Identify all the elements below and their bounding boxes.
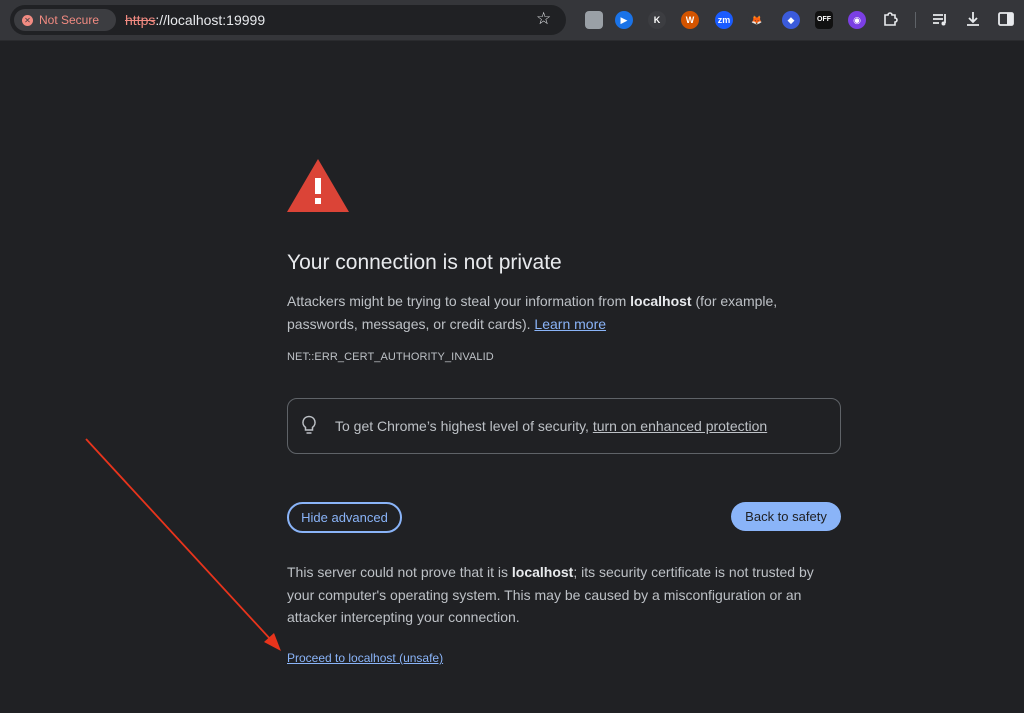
side-panel-icon[interactable] bbox=[996, 9, 1016, 29]
dc-off-extension-icon[interactable]: OFF bbox=[815, 11, 833, 29]
fox-extension-icon[interactable]: 🦊 bbox=[748, 11, 766, 29]
details-message-text: This server could not prove that it is bbox=[287, 564, 512, 580]
error-code: NET::ERR_CERT_AUTHORITY_INVALID bbox=[287, 351, 494, 363]
blue-extension-icon[interactable]: ◆ bbox=[782, 11, 800, 29]
wordpress-extension-icon[interactable]: W bbox=[681, 11, 699, 29]
learn-more-link[interactable]: Learn more bbox=[534, 316, 606, 332]
security-chip[interactable]: ✕ Not Secure bbox=[14, 9, 116, 31]
details-message: This server could not prove that it is l… bbox=[287, 561, 842, 629]
url-scheme: https bbox=[125, 12, 156, 28]
main-message-host: localhost bbox=[630, 293, 692, 309]
main-message: Attackers might be trying to steal your … bbox=[287, 290, 842, 335]
not-secure-icon: ✕ bbox=[22, 14, 33, 26]
k-extension-icon[interactable]: K bbox=[648, 11, 666, 29]
proceed-unsafe-link[interactable]: Proceed to localhost (unsafe) bbox=[287, 651, 443, 665]
zm-extension-icon[interactable]: zm bbox=[715, 11, 733, 29]
extensions-puzzle-icon[interactable] bbox=[881, 9, 901, 29]
gray-extension-icon[interactable] bbox=[585, 11, 603, 29]
address-bar[interactable]: ✕ Not Secure https://localhost:19999 ☆ bbox=[10, 5, 566, 35]
toolbar-separator bbox=[915, 12, 916, 28]
url-host: ://localhost:19999 bbox=[155, 12, 266, 28]
bookmark-star-icon[interactable]: ☆ bbox=[536, 9, 551, 29]
play-extension-icon[interactable]: ▶ bbox=[615, 11, 633, 29]
url-text[interactable]: https://localhost:19999 bbox=[125, 12, 265, 28]
purple-extension-icon[interactable]: ◉ bbox=[848, 11, 866, 29]
enhanced-protection-text: To get Chrome’s highest level of securit… bbox=[335, 418, 767, 434]
enhanced-protection-box: To get Chrome’s highest level of securit… bbox=[287, 398, 841, 454]
main-message-text: Attackers might be trying to steal your … bbox=[287, 293, 631, 309]
enhanced-protection-link[interactable]: turn on enhanced protection bbox=[593, 418, 767, 434]
back-to-safety-button[interactable]: Back to safety bbox=[731, 502, 841, 531]
details-message-host: localhost bbox=[511, 564, 574, 580]
security-chip-label: Not Secure bbox=[39, 13, 100, 27]
download-icon[interactable] bbox=[963, 9, 983, 29]
warning-triangle-icon bbox=[287, 159, 349, 212]
reading-list-icon[interactable] bbox=[930, 9, 950, 29]
hide-advanced-button[interactable]: Hide advanced bbox=[287, 502, 402, 533]
page-title: Your connection is not private bbox=[287, 251, 562, 274]
enhanced-protection-message: To get Chrome’s highest level of securit… bbox=[335, 418, 593, 434]
lightbulb-icon bbox=[302, 415, 316, 434]
browser-toolbar: ✕ Not Secure https://localhost:19999 ☆ ▶… bbox=[0, 0, 1024, 41]
